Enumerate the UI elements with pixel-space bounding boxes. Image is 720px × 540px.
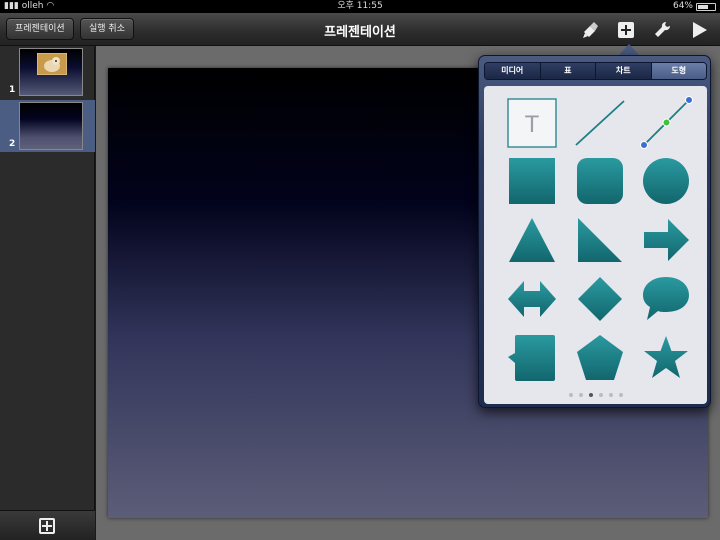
right-triangle-shape[interactable] xyxy=(573,213,627,267)
battery-percent: 64% xyxy=(672,1,693,11)
insert-icon[interactable] xyxy=(616,20,636,40)
rounded-square-shape[interactable] xyxy=(573,154,627,208)
photo-image xyxy=(37,53,67,75)
circle-shape[interactable] xyxy=(639,154,693,208)
pentagon-shape[interactable] xyxy=(573,331,627,385)
insert-tabs: 미디어 표 차트 도형 xyxy=(484,62,707,80)
page-title: 프레젠테이션 xyxy=(324,25,396,40)
text-box-glyph: T xyxy=(524,113,539,138)
insert-popover: 미디어 표 차트 도형 T xyxy=(478,55,711,408)
callout-square-shape[interactable] xyxy=(505,331,559,385)
tab-chart[interactable]: 차트 xyxy=(596,63,652,79)
status-time: 오후 11:55 xyxy=(337,1,383,11)
battery-group: 64% xyxy=(673,0,716,13)
arrow-shape[interactable] xyxy=(639,213,693,267)
page-dot[interactable] xyxy=(618,393,623,397)
page-dot[interactable] xyxy=(608,393,613,397)
sidebar-footer xyxy=(0,510,95,540)
star-shape[interactable] xyxy=(639,331,693,385)
page-dot[interactable] xyxy=(568,393,573,397)
text-box-shape[interactable]: T xyxy=(505,96,559,150)
slide-number: 2 xyxy=(9,139,16,149)
paintbrush-icon[interactable] xyxy=(581,20,601,40)
battery-icon xyxy=(696,2,716,11)
tab-shapes[interactable]: 도형 xyxy=(651,63,706,79)
double-arrow-shape[interactable] xyxy=(505,272,559,326)
tab-media[interactable]: 미디어 xyxy=(485,63,541,79)
toolbar: 프레젠테이션 실행 취소 프레젠테이션 xyxy=(0,13,720,46)
wrench-icon[interactable] xyxy=(652,20,672,40)
connection-line-shape[interactable] xyxy=(639,96,693,150)
page-dot[interactable] xyxy=(578,393,583,397)
line-shape[interactable] xyxy=(573,96,627,150)
slide-thumbnail-row[interactable]: 1 xyxy=(0,46,95,98)
popover-arrow xyxy=(619,44,639,55)
square-shape[interactable] xyxy=(505,154,559,208)
slide-thumbnail[interactable] xyxy=(19,102,83,150)
status-bar: ▮▮▮ olleh ◠ 오후 11:55 64% xyxy=(0,0,720,13)
triangle-shape[interactable] xyxy=(505,213,559,267)
shapes-panel: T xyxy=(484,86,707,404)
page-dot[interactable] xyxy=(598,393,603,397)
speech-bubble-shape[interactable] xyxy=(639,272,693,326)
add-slide-icon[interactable] xyxy=(39,518,55,534)
play-icon[interactable] xyxy=(689,20,709,40)
slide-thumbnail-row-selected[interactable]: 2 xyxy=(0,100,95,152)
page-dot-active[interactable] xyxy=(588,393,593,397)
app-root: ▮▮▮ olleh ◠ 오후 11:55 64% 프레젠테이션 실행 취소 프레… xyxy=(0,0,720,540)
diamond-shape[interactable] xyxy=(573,272,627,326)
battery-fill xyxy=(698,4,708,9)
slide-navigator: 1 2 xyxy=(0,46,95,540)
slide-number: 1 xyxy=(9,85,16,95)
page-indicator[interactable] xyxy=(484,393,707,397)
slide-thumbnail[interactable] xyxy=(19,48,83,96)
tab-table[interactable]: 표 xyxy=(540,63,596,79)
